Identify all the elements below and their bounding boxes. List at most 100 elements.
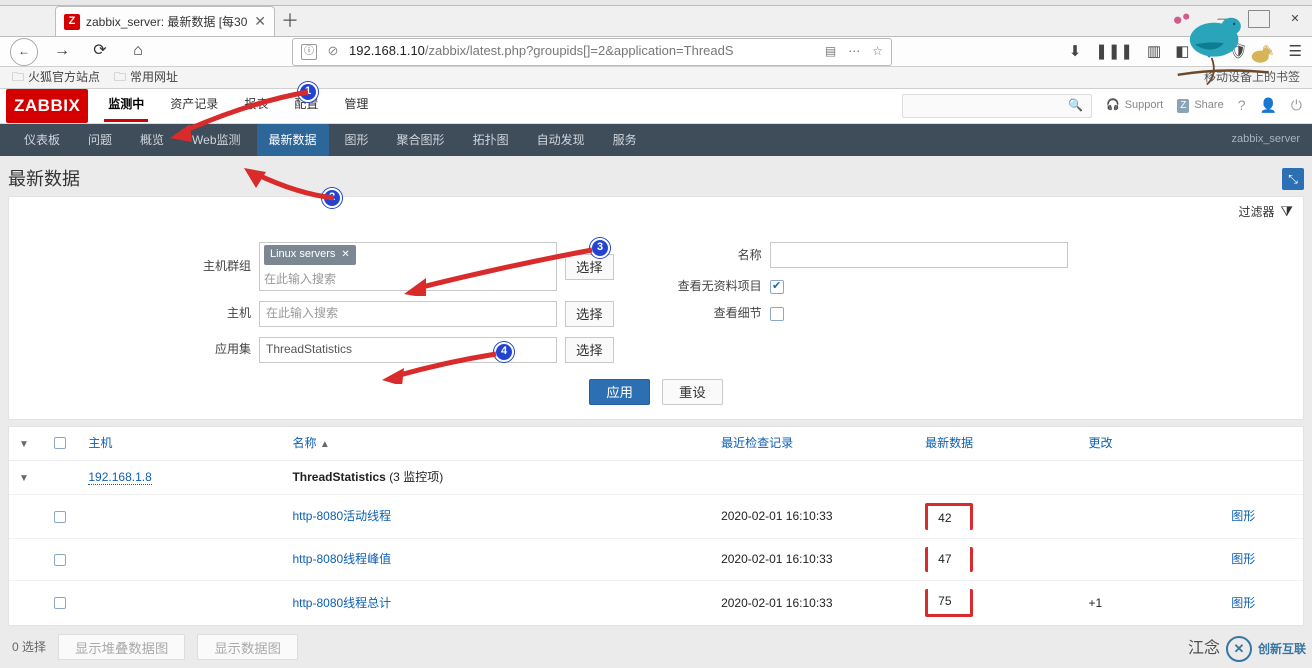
reader-icon[interactable]: ▤ bbox=[825, 43, 836, 60]
row-checkbox[interactable] bbox=[54, 597, 66, 609]
global-search[interactable]: 🔍 bbox=[902, 94, 1092, 118]
close-window-icon[interactable]: ✕ bbox=[1284, 10, 1306, 28]
label-application: 应用集 bbox=[191, 341, 251, 358]
col-select-all[interactable] bbox=[44, 427, 79, 461]
col-lastcheck[interactable]: 最近检查记录 bbox=[711, 427, 915, 461]
permissions-icon[interactable]: ⓘ bbox=[301, 44, 317, 60]
kiosk-button[interactable]: ⤡ bbox=[1282, 168, 1304, 190]
support-link[interactable]: 🎧Support bbox=[1106, 98, 1163, 113]
graph-link[interactable]: 图形 bbox=[1221, 494, 1303, 539]
col-expand[interactable]: ▼ bbox=[9, 427, 44, 461]
mobile-bookmarks[interactable]: 移动设备上的书签 bbox=[1204, 69, 1300, 86]
item-name[interactable]: http-8080活动线程 bbox=[282, 494, 711, 539]
hostgroup-tag[interactable]: Linux servers✕ bbox=[264, 245, 356, 264]
hostgroup-placeholder: 在此输入搜索 bbox=[264, 271, 552, 288]
user-icon[interactable]: 👤 bbox=[1259, 96, 1276, 116]
remove-tag-icon[interactable]: ✕ bbox=[341, 248, 349, 262]
cell-change bbox=[1078, 494, 1221, 539]
forward-button[interactable]: → bbox=[48, 38, 76, 66]
back-button[interactable]: ← bbox=[10, 38, 38, 66]
host-select-button[interactable]: 选择 bbox=[565, 301, 614, 327]
application-input[interactable]: ThreadStatistics bbox=[259, 337, 557, 363]
col-name[interactable]: 名称 ▲ bbox=[282, 427, 711, 461]
search-icon: 🔍 bbox=[1068, 97, 1083, 114]
menu-icon[interactable]: ☰ bbox=[1289, 41, 1302, 62]
url-text: 192.168.1.10/zabbix/latest.php?groupids[… bbox=[349, 42, 817, 60]
bookmark-folder-1[interactable]: 🗀 火狐官方站点 bbox=[12, 69, 100, 86]
url-bar[interactable]: ⓘ ⊘ 192.168.1.10/zabbix/latest.php?group… bbox=[292, 38, 892, 66]
cell-change bbox=[1078, 539, 1221, 581]
new-tab-button[interactable]: ＋ bbox=[275, 6, 305, 36]
subnav-maps[interactable]: 拓扑图 bbox=[461, 124, 521, 157]
cell-ts: 2020-02-01 16:10:33 bbox=[711, 494, 915, 539]
graph-link[interactable]: 图形 bbox=[1221, 539, 1303, 581]
minimize-icon[interactable]: — bbox=[1212, 10, 1234, 28]
ext-icon-2[interactable]: ◆ bbox=[1203, 41, 1215, 62]
power-icon[interactable]: ⏻ bbox=[1291, 96, 1302, 116]
graph-link[interactable]: 图形 bbox=[1221, 581, 1303, 625]
zabbix-logo[interactable]: ZABBIX bbox=[6, 89, 88, 123]
filter-toggle-bar[interactable]: 过滤器 ⧩ bbox=[8, 196, 1304, 226]
col-lastvalue[interactable]: 最新数据 bbox=[915, 427, 1078, 461]
checkbox-show-details[interactable] bbox=[770, 307, 784, 321]
col-change[interactable]: 更改 bbox=[1078, 427, 1221, 461]
subnav-overview[interactable]: 概览 bbox=[128, 124, 176, 157]
hostgroup-input[interactable]: Linux servers✕ 在此输入搜索 bbox=[259, 242, 557, 290]
cell-value: 75 bbox=[925, 589, 972, 617]
topmenu-reports[interactable]: 报表 bbox=[240, 90, 272, 122]
subnav-dashboard[interactable]: 仪表板 bbox=[12, 124, 72, 157]
apply-button[interactable]: 应用 bbox=[589, 379, 650, 405]
topmenu-admin[interactable]: 管理 bbox=[340, 90, 372, 122]
subnav-screens[interactable]: 聚合图形 bbox=[385, 124, 457, 157]
label-name: 名称 bbox=[674, 247, 762, 264]
topmenu-monitoring[interactable]: 监测中 bbox=[104, 90, 148, 122]
subnav-problems[interactable]: 问题 bbox=[76, 124, 124, 157]
tracking-icon[interactable]: ⊘ bbox=[325, 44, 341, 60]
maximize-icon[interactable] bbox=[1248, 10, 1270, 28]
browser-tab[interactable]: Z zabbix_server: 最新数据 [每30 ✕ bbox=[55, 6, 275, 36]
more-icon[interactable]: ⋯ bbox=[848, 43, 860, 60]
home-button[interactable]: ⌂ bbox=[124, 38, 152, 66]
zabbix-header: ZABBIX 监测中 资产记录 报表 配置 管理 🔍 🎧Support ZSha… bbox=[0, 89, 1312, 124]
help-icon[interactable]: ? bbox=[1238, 96, 1246, 116]
reset-button[interactable]: 重设 bbox=[662, 379, 723, 405]
checkbox-show-no-data[interactable]: ✔ bbox=[770, 280, 784, 294]
label-show-no-data: 查看无资料项目 bbox=[674, 278, 762, 295]
share-link[interactable]: ZShare bbox=[1177, 98, 1223, 113]
subnav-discovery[interactable]: 自动发现 bbox=[525, 124, 597, 157]
sidebar-toggle-icon[interactable]: ◧ bbox=[1175, 41, 1189, 62]
shield-icon[interactable]: 🛡 bbox=[1229, 41, 1248, 62]
subnav-services[interactable]: 服务 bbox=[601, 124, 649, 157]
subnav-web[interactable]: Web监测 bbox=[180, 124, 252, 157]
hostgroup-select-button[interactable]: 选择 bbox=[565, 254, 614, 280]
cell-value: 42 bbox=[925, 503, 972, 531]
headset-icon: 🎧 bbox=[1106, 98, 1120, 113]
browser-navbar: ← → ⟳ ⌂ ⓘ ⊘ 192.168.1.10/zabbix/latest.p… bbox=[0, 36, 1312, 66]
chevron-down-icon[interactable]: ▼ bbox=[19, 473, 29, 484]
col-host[interactable]: 主机 bbox=[78, 427, 282, 461]
reload-button[interactable]: ⟳ bbox=[86, 38, 114, 66]
application-select-button[interactable]: 选择 bbox=[565, 337, 614, 363]
host-link[interactable]: 192.168.1.8 bbox=[88, 470, 151, 485]
tab-close-icon[interactable]: ✕ bbox=[254, 12, 266, 32]
library-icon[interactable]: ▥ bbox=[1147, 41, 1161, 62]
topmenu-config[interactable]: 配置 bbox=[290, 90, 322, 122]
host-input[interactable]: 在此输入搜索 bbox=[259, 301, 557, 327]
name-input[interactable] bbox=[770, 242, 1068, 268]
row-checkbox[interactable] bbox=[54, 554, 66, 566]
download-icon[interactable]: ⬇ bbox=[1069, 41, 1082, 62]
bookmark-folder-2[interactable]: 🗀 常用网址 bbox=[114, 69, 178, 86]
subnav-latest[interactable]: 最新数据 bbox=[257, 124, 329, 157]
notes-icon[interactable]: ✎ bbox=[1262, 41, 1275, 62]
plain-graph-button[interactable]: 显示数据图 bbox=[197, 634, 298, 660]
server-name: zabbix_server bbox=[1232, 132, 1300, 147]
item-name[interactable]: http-8080线程总计 bbox=[282, 581, 711, 625]
subnav-graphs[interactable]: 图形 bbox=[333, 124, 381, 157]
stacked-graph-button[interactable]: 显示堆叠数据图 bbox=[58, 634, 185, 660]
ext-icon-1[interactable]: ❚❚❚ bbox=[1095, 41, 1133, 62]
bookmark-star-icon[interactable]: ☆ bbox=[872, 43, 883, 60]
item-name[interactable]: http-8080线程峰值 bbox=[282, 539, 711, 581]
topmenu-inventory[interactable]: 资产记录 bbox=[166, 90, 222, 122]
row-checkbox[interactable] bbox=[54, 511, 66, 523]
window-controls: — ✕ bbox=[1212, 10, 1306, 28]
